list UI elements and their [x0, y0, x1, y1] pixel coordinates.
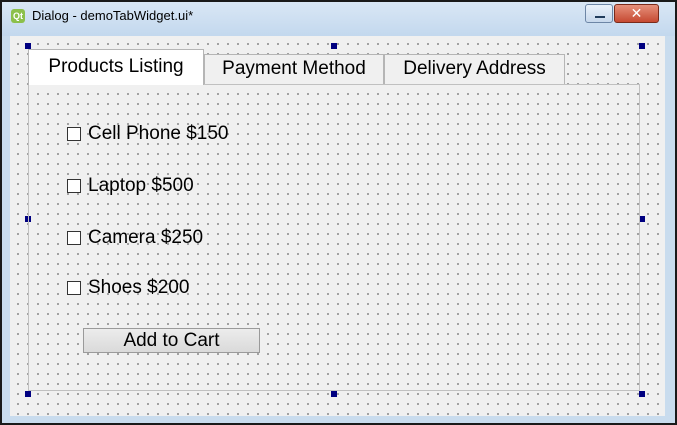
close-button[interactable]: ✕ — [614, 4, 659, 23]
checkbox-box[interactable] — [67, 127, 81, 141]
tab-products-listing[interactable]: Products Listing — [28, 49, 204, 85]
title-bar[interactable]: Qt Dialog - demoTabWidget.ui* ✕ — [2, 2, 675, 36]
qt-app-icon: Qt — [11, 9, 25, 23]
minimize-button[interactable] — [585, 4, 613, 23]
checkbox-label: Shoes $200 — [88, 277, 190, 298]
selection-handle[interactable] — [331, 391, 337, 397]
selection-handle[interactable] — [639, 43, 645, 49]
tab-label: Products Listing — [48, 56, 184, 77]
checkbox-label: Camera $250 — [88, 227, 204, 248]
product-checkbox-cell-phone[interactable]: Cell Phone $150 — [67, 122, 229, 146]
product-checkbox-camera[interactable]: Camera $250 — [67, 226, 203, 250]
product-checkbox-laptop[interactable]: Laptop $500 — [67, 174, 194, 198]
product-checkbox-shoes[interactable]: Shoes $200 — [67, 276, 189, 300]
checkbox-label: Laptop $500 — [88, 175, 194, 196]
selection-handle[interactable] — [25, 391, 31, 397]
tab-delivery-address[interactable]: Delivery Address — [384, 54, 565, 84]
window-title: Dialog - demoTabWidget.ui* — [32, 8, 194, 23]
checkbox-box[interactable] — [67, 179, 81, 193]
selection-handle[interactable] — [639, 391, 645, 397]
checkbox-label: Cell Phone $150 — [88, 123, 229, 144]
tab-label: Delivery Address — [403, 58, 546, 79]
tab-label: Payment Method — [222, 58, 366, 79]
add-to-cart-button[interactable]: Add to Cart — [83, 328, 260, 353]
checkbox-box[interactable] — [67, 281, 81, 295]
selection-handle[interactable] — [331, 43, 337, 49]
tab-payment-method[interactable]: Payment Method — [204, 54, 384, 84]
checkbox-box[interactable] — [67, 231, 81, 245]
